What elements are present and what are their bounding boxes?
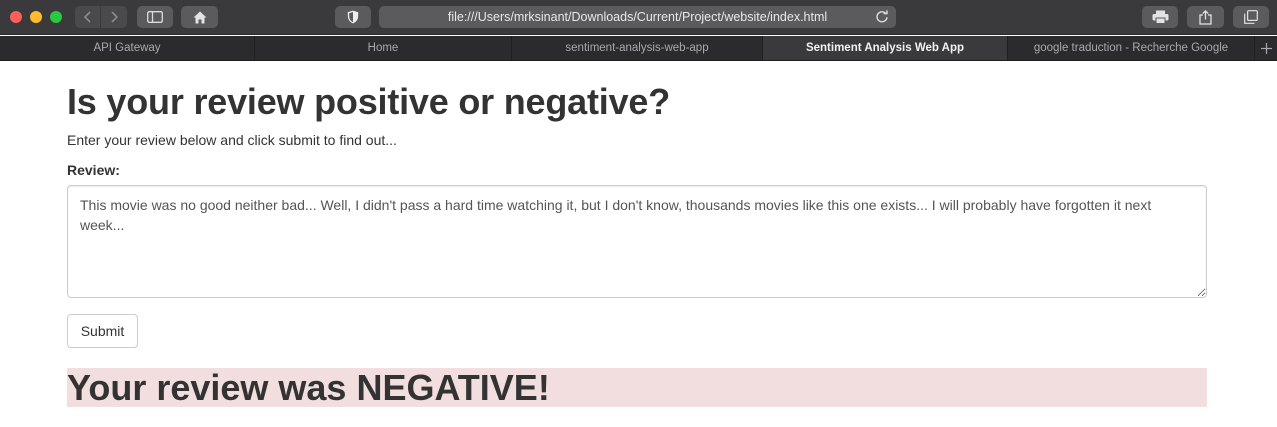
tab-label: API Gateway [93, 42, 161, 54]
tab-google-traduction[interactable]: google traduction - Recherche Google [1008, 36, 1255, 60]
share-icon [1199, 9, 1212, 25]
tab-label: Home [367, 42, 399, 54]
page-content: Is your review positive or negative? Ent… [0, 61, 1277, 427]
url-text: file:///Users/mrksinant/Downloads/Curren… [447, 10, 828, 24]
review-label: Review: [67, 162, 120, 178]
tab-home[interactable]: Home [255, 36, 512, 60]
privacy-shield-button[interactable] [335, 6, 371, 28]
close-window-button[interactable] [10, 11, 22, 23]
zoom-window-button[interactable] [50, 11, 62, 23]
address-bar[interactable]: file:///Users/mrksinant/Downloads/Curren… [379, 6, 896, 28]
page-subtitle: Enter your review below and click submit… [67, 132, 397, 148]
tab-label: sentiment-analysis-web-app [565, 42, 709, 54]
tab-label: Sentiment Analysis Web App [805, 42, 965, 54]
tabs-overview-icon [1244, 10, 1258, 24]
tab-sentiment-analysis-web-app[interactable]: sentiment-analysis-web-app [512, 36, 763, 60]
new-tab-button[interactable] [1255, 36, 1277, 60]
page-title: Is your review positive or negative? [67, 81, 671, 122]
tab-sentiment-analysis-web-app-active[interactable]: Sentiment Analysis Web App [763, 36, 1008, 60]
share-button[interactable] [1187, 6, 1224, 28]
plus-icon [1260, 42, 1272, 54]
shield-icon [347, 10, 359, 24]
forward-button[interactable] [101, 6, 127, 28]
result-banner: Your review was NEGATIVE! [67, 368, 1207, 407]
tab-bar: API Gateway Home sentiment-analysis-web-… [0, 36, 1277, 61]
minimize-window-button[interactable] [30, 11, 42, 23]
printer-icon [1152, 10, 1168, 24]
home-button[interactable] [181, 6, 218, 28]
reload-icon[interactable] [874, 9, 890, 25]
chevron-left-icon [83, 11, 91, 23]
navigation-buttons [75, 6, 127, 28]
back-button[interactable] [75, 6, 101, 28]
print-button[interactable] [1142, 6, 1178, 28]
sidebar-button[interactable] [137, 6, 173, 28]
tab-label: google traduction - Recherche Google [1033, 42, 1229, 54]
review-input[interactable]: This movie was no good neither bad... We… [67, 185, 1207, 298]
browser-toolbar: file:///Users/mrksinant/Downloads/Curren… [0, 0, 1277, 35]
submit-button[interactable]: Submit [67, 314, 138, 348]
chevron-right-icon [111, 11, 119, 23]
tab-overview-button[interactable] [1233, 6, 1269, 28]
tab-api-gateway[interactable]: API Gateway [0, 36, 255, 60]
home-icon [193, 11, 206, 23]
sidebar-icon [147, 11, 163, 23]
